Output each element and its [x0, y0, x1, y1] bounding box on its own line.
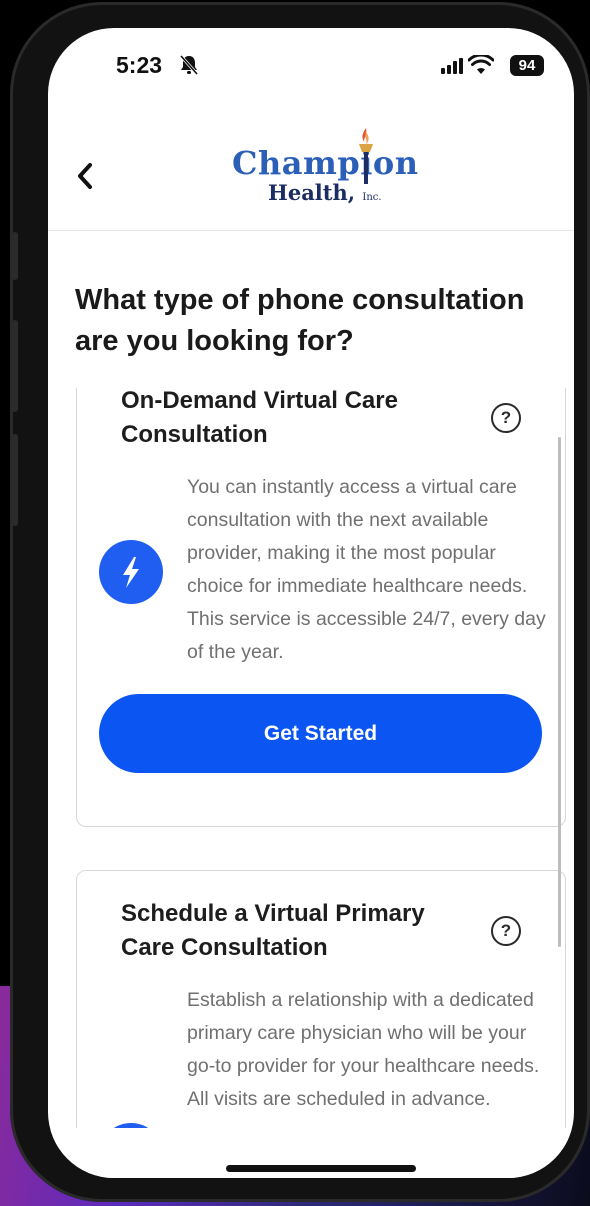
volume-down-button — [12, 434, 18, 526]
volume-up-button — [12, 320, 18, 412]
option-title: Schedule a Virtual Primary Care Consulta… — [121, 900, 425, 961]
option-description: Establish a relationship with a dedicate… — [187, 989, 540, 1110]
consultation-options-list[interactable]: On-Demand Virtual Care Consultation ? Yo… — [48, 388, 574, 1128]
scrollbar[interactable] — [558, 437, 561, 947]
page-question: What type of phone consultation are you … — [75, 284, 525, 357]
logo-subtitle: Health, Inc. — [268, 180, 382, 205]
option-card-schedule[interactable]: Schedule a Virtual Primary Care Consulta… — [76, 870, 566, 1128]
bell-slash-icon — [179, 55, 199, 75]
calendar-icon — [99, 1123, 163, 1128]
signal-icon — [441, 58, 463, 74]
option-description: You can instantly access a virtual care … — [187, 476, 546, 663]
header-divider — [48, 230, 574, 231]
option-card-on-demand[interactable]: On-Demand Virtual Care Consultation ? Yo… — [76, 388, 566, 827]
lightning-bolt-icon — [99, 540, 163, 604]
champion-health-logo: Champion Health, Inc. — [228, 126, 418, 210]
get-started-button[interactable]: Get Started — [99, 694, 542, 773]
status-time: 5:23 — [116, 52, 163, 78]
phone-frame: 5:23 94 Champion Health, Inc. What type … — [10, 2, 590, 1202]
battery-indicator: 94 — [510, 55, 544, 76]
mute-switch — [12, 232, 18, 280]
status-bar: 5:23 94 — [48, 28, 574, 108]
app-screen: 5:23 94 Champion Health, Inc. What type … — [48, 28, 574, 1178]
logo-wordmark: Champion — [232, 144, 419, 182]
help-icon[interactable]: ? — [491, 916, 521, 946]
torch-icon — [359, 128, 373, 184]
option-title: On-Demand Virtual Care Consultation — [121, 388, 398, 448]
help-icon[interactable]: ? — [491, 403, 521, 433]
chevron-left-icon[interactable] — [74, 162, 96, 190]
home-indicator[interactable] — [226, 1165, 416, 1172]
wifi-icon — [468, 55, 494, 74]
